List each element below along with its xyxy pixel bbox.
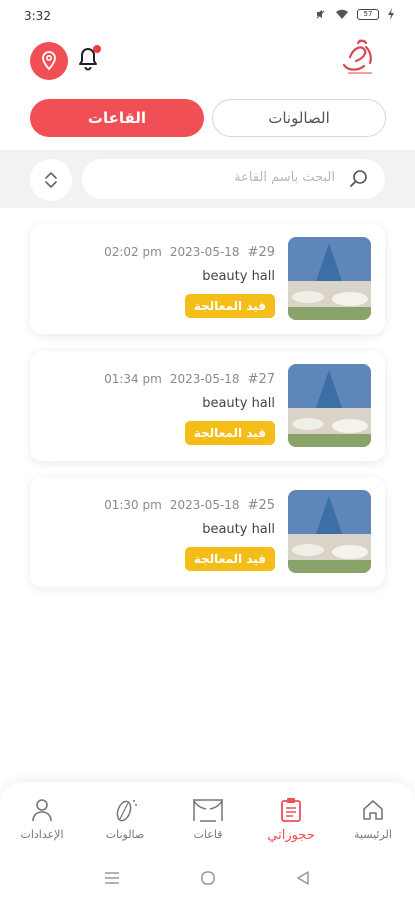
booking-date: 2023-05-18 <box>169 372 240 386</box>
nav-settings-label: الإعدادات <box>20 828 64 841</box>
sort-icon <box>45 172 57 188</box>
notification-dot <box>93 45 101 53</box>
app-logo <box>336 35 382 81</box>
sort-button[interactable] <box>30 159 72 201</box>
booking-card[interactable]: 01:34 pm 2023-05-18 #27 beauty hall قيد … <box>30 351 385 461</box>
booking-number: #29 <box>247 245 275 260</box>
bottom-navigation: الرئيسية حجوزاتي قاعات صالونات الإعدادات <box>0 782 415 852</box>
nav-bookings-label: حجوزاتي <box>267 828 315 843</box>
home-circle-icon[interactable] <box>200 870 216 886</box>
tab-salons[interactable]: الصالونات <box>212 99 386 137</box>
hall-name: beauty hall <box>202 522 275 537</box>
location-pin-icon <box>42 51 56 71</box>
battery-icon: 57 <box>357 8 379 20</box>
tab-halls[interactable]: القاعات <box>30 99 204 137</box>
status-bar: 3:32 57 <box>0 0 415 30</box>
nav-halls-label: قاعات <box>193 828 223 841</box>
booking-meta: 01:34 pm 2023-05-18 #27 <box>104 372 275 387</box>
salon-leaf-icon <box>116 800 137 822</box>
booking-number: #27 <box>247 372 275 387</box>
booking-number: #25 <box>247 498 275 513</box>
hall-thumbnail <box>288 490 371 573</box>
booking-time: 01:34 pm <box>104 372 162 386</box>
nav-home-label: الرئيسية <box>354 828 392 841</box>
booking-date: 2023-05-18 <box>169 498 240 512</box>
hall-name: beauty hall <box>202 269 275 284</box>
booking-meta: 02:02 pm 2023-05-18 #29 <box>104 245 275 260</box>
wifi-icon <box>336 9 348 19</box>
search-icon <box>350 170 367 187</box>
back-icon[interactable] <box>296 871 310 885</box>
location-button[interactable] <box>30 42 68 80</box>
nav-bookings[interactable]: حجوزاتي <box>256 796 326 843</box>
nav-salons[interactable]: صالونات <box>90 796 160 841</box>
nav-settings[interactable]: الإعدادات <box>7 796 77 841</box>
system-navigation-bar <box>0 852 415 900</box>
home-icon <box>363 800 383 820</box>
booking-time: 02:02 pm <box>104 245 162 259</box>
hall-thumbnail <box>288 237 371 320</box>
status-time: 3:32 <box>24 9 51 23</box>
booking-time: 01:30 pm <box>104 498 162 512</box>
booking-card[interactable]: 01:30 pm 2023-05-18 #25 beauty hall قيد … <box>30 477 385 587</box>
nav-halls[interactable]: قاعات <box>173 796 243 841</box>
charging-icon <box>388 8 394 20</box>
recent-apps-icon[interactable] <box>104 872 120 884</box>
hall-name: beauty hall <box>202 396 275 411</box>
nav-salons-label: صالونات <box>105 828 145 841</box>
status-badge: قيد المعالجة <box>184 421 275 445</box>
hall-thumbnail <box>288 364 371 447</box>
status-badge: قيد المعالجة <box>184 547 275 571</box>
booking-meta: 01:30 pm 2023-05-18 #25 <box>104 498 275 513</box>
user-icon <box>32 799 52 822</box>
clipboard-icon <box>281 798 301 822</box>
mute-icon <box>316 10 325 19</box>
calligraphy-logo-icon <box>342 39 372 74</box>
status-badge: قيد المعالجة <box>184 294 275 318</box>
nav-home[interactable]: الرئيسية <box>338 796 408 841</box>
booking-card[interactable]: 02:02 pm 2023-05-18 #29 beauty hall قيد … <box>30 224 385 334</box>
booking-date: 2023-05-18 <box>169 245 240 259</box>
search-input[interactable]: البحث باسم القاعة <box>82 159 385 199</box>
search-placeholder: البحث باسم القاعة <box>234 170 335 185</box>
hall-curtain-icon <box>193 799 223 822</box>
status-icons: 57 <box>315 8 395 20</box>
